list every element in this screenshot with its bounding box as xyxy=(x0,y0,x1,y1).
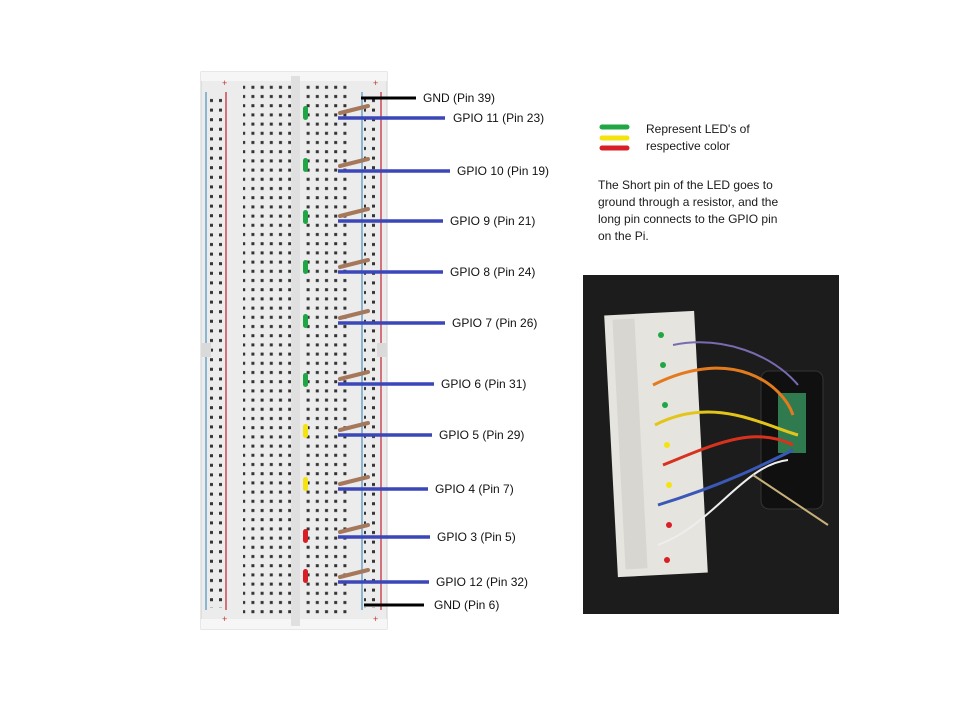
gpio12-label: GPIO 12 (Pin 32) xyxy=(436,575,528,589)
led-green xyxy=(303,314,308,328)
gpio7-label: GPIO 7 (Pin 26) xyxy=(452,316,537,330)
svg-text:+: + xyxy=(373,614,378,624)
gnd-bottom-label: GND (Pin 6) xyxy=(434,598,499,612)
gpio3-label: GPIO 3 (Pin 5) xyxy=(437,530,516,544)
gpio11-label: GPIO 11 (Pin 23) xyxy=(453,111,544,125)
gpio10-label: GPIO 10 (Pin 19) xyxy=(457,164,549,178)
legend-text: Represent LED's of respective color xyxy=(646,122,750,153)
led-green xyxy=(303,106,308,120)
led-green xyxy=(303,373,308,387)
led-red xyxy=(303,569,308,583)
led-green xyxy=(303,210,308,224)
gpio6-label: GPIO 6 (Pin 31) xyxy=(441,377,526,391)
gpio5-label: GPIO 5 (Pin 29) xyxy=(439,428,524,442)
gnd-top-label: GND (Pin 39) xyxy=(423,91,495,105)
led-red xyxy=(303,529,308,543)
breadboard: + + + + xyxy=(200,71,388,630)
photo-illustration xyxy=(583,275,839,614)
legend-swatches xyxy=(599,124,630,151)
gpio8-label: GPIO 8 (Pin 24) xyxy=(450,265,535,279)
gpio9-label: GPIO 9 (Pin 21) xyxy=(450,214,535,228)
svg-text:+: + xyxy=(222,614,227,624)
pin-labels: GND (Pin 39) GPIO 11 (Pin 23) GPIO 10 (Pin… xyxy=(423,91,549,612)
svg-text:+: + xyxy=(373,78,378,88)
led-green xyxy=(303,260,308,274)
explanation-note: The Short pin of the LED goes to ground … xyxy=(598,178,779,243)
gpio4-label: GPIO 4 (Pin 7) xyxy=(435,482,514,496)
svg-text:+: + xyxy=(222,78,227,88)
led-yellow xyxy=(303,424,308,438)
led-green xyxy=(303,158,308,172)
led-yellow xyxy=(303,477,308,491)
circuit-photo xyxy=(583,275,839,614)
